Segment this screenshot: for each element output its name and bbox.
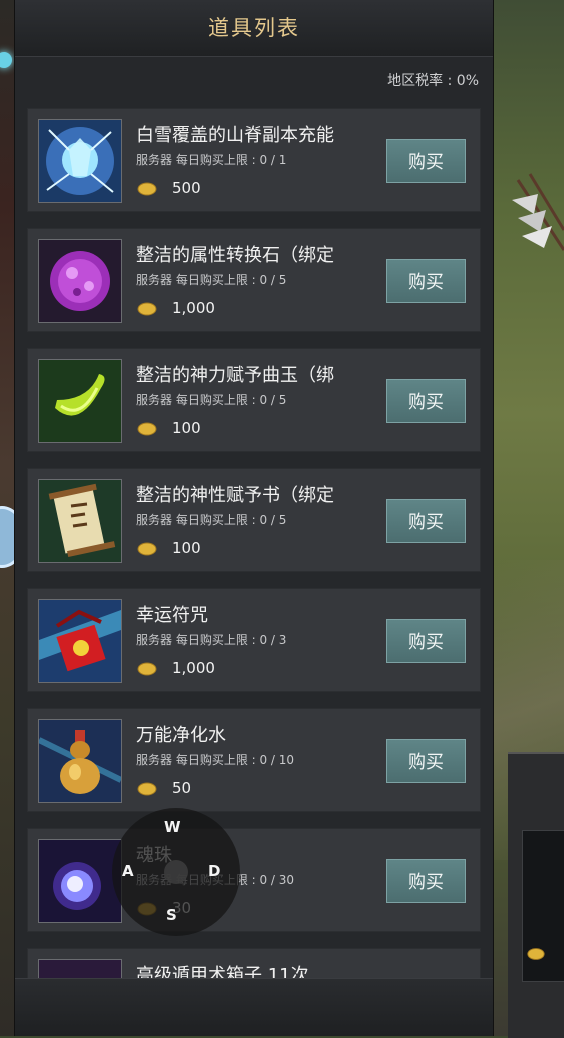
coin-icon [137, 782, 157, 796]
item-list-panel: 道具列表 地区税率 : 0% 白雪覆盖的山脊副本充能 服务器 每日购买上限 : … [14, 0, 494, 1036]
coin-icon [137, 302, 157, 316]
lucky-charm-icon [38, 599, 122, 683]
item-list: 白雪覆盖的山脊副本充能 服务器 每日购买上限 : 0 / 1 500 购买 整洁… [27, 108, 481, 988]
list-item: 万能净化水 服务器 每日购买上限 : 0 / 10 50 购买 [27, 708, 481, 812]
price-value: 50 [172, 779, 192, 797]
soul-orb-icon [38, 839, 122, 923]
buy-button[interactable]: 购买 [386, 619, 466, 663]
panel-footer [15, 978, 493, 1036]
buy-button[interactable]: 购买 [386, 859, 466, 903]
purchase-limit: 服务器 每日购买上限 : 0 / 10 [136, 753, 295, 767]
buy-button[interactable]: 购买 [386, 739, 466, 783]
joystick-thumb[interactable] [164, 860, 188, 884]
joystick-key-right: D [208, 862, 221, 880]
arrows-decoration [512, 173, 564, 251]
item-name: 整洁的属性转换石（绑定 [136, 245, 334, 266]
page-title: 道具列表 [208, 16, 300, 40]
price-value: 500 [172, 179, 201, 197]
price-value: 100 [172, 419, 201, 437]
coin-icon [137, 182, 157, 196]
price-value: 1,000 [172, 299, 215, 317]
region-tax-rate: 地区税率 : 0% [387, 73, 479, 89]
list-item: 整洁的神力赋予曲玉（绑 服务器 每日购买上限 : 0 / 5 100 购买 [27, 348, 481, 452]
buy-button[interactable]: 购买 [386, 139, 466, 183]
side-panel [508, 752, 564, 1038]
item-name: 整洁的神力赋予曲玉（绑 [136, 365, 334, 386]
purchase-limit: 服务器 每日购买上限 : 0 / 5 [136, 513, 287, 527]
list-item: 整洁的属性转换石（绑定 服务器 每日购买上限 : 0 / 5 1,000 购买 [27, 228, 481, 332]
price-value: 1,000 [172, 659, 215, 677]
buy-button[interactable]: 购买 [386, 259, 466, 303]
coin-icon [137, 422, 157, 436]
list-item: 魂珠 服务器 每日购买上限 : 0 / 30 30 购买 [27, 828, 481, 932]
purchase-limit: 服务器 每日购买上限 : 0 / 3 [136, 633, 287, 647]
scroll-icon [38, 479, 122, 563]
list-item: 整洁的神性赋予书（绑定 服务器 每日购买上限 : 0 / 5 100 购买 [27, 468, 481, 572]
gourd-bottle-icon [38, 719, 122, 803]
green-jade-icon [38, 359, 122, 443]
coin-icon [137, 662, 157, 676]
item-name: 整洁的神性赋予书（绑定 [136, 485, 334, 506]
item-name: 白雪覆盖的山脊副本充能 [136, 125, 334, 146]
panel-header: 道具列表 [15, 0, 493, 57]
purchase-limit: 服务器 每日购买上限 : 0 / 1 [136, 153, 287, 167]
coin-icon [137, 542, 157, 556]
item-name: 万能净化水 [136, 725, 226, 746]
joystick-key-up: W [164, 818, 181, 836]
list-item: 白雪覆盖的山脊副本充能 服务器 每日购买上限 : 0 / 1 500 购买 [27, 108, 481, 212]
joystick-key-left: A [122, 862, 134, 880]
virtual-joystick[interactable]: W A D S [112, 808, 240, 936]
buy-button[interactable]: 购买 [386, 379, 466, 423]
price-value: 100 [172, 539, 201, 557]
purchase-limit: 服务器 每日购买上限 : 0 / 5 [136, 273, 287, 287]
buy-button[interactable]: 购买 [386, 499, 466, 543]
purple-stone-icon [38, 239, 122, 323]
joystick-key-down: S [166, 906, 177, 924]
purchase-limit: 服务器 每日购买上限 : 0 / 5 [136, 393, 287, 407]
list-item: 幸运符咒 服务器 每日购买上限 : 0 / 3 1,000 购买 [27, 588, 481, 692]
item-name: 幸运符咒 [136, 605, 208, 626]
snow-ridge-charge-icon [38, 119, 122, 203]
coin-icon [527, 948, 545, 960]
